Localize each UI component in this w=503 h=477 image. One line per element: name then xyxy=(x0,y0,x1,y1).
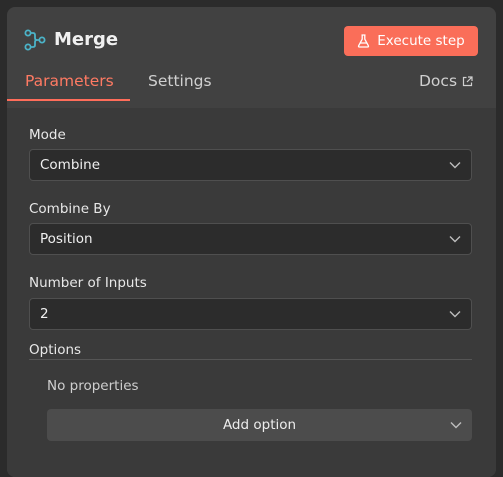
add-option-label: Add option xyxy=(222,417,297,433)
tab-parameters[interactable]: Parameters xyxy=(25,71,114,91)
mode-label: Mode xyxy=(29,127,66,143)
combine-by-value: Position xyxy=(40,231,93,247)
execute-step-label: Execute step xyxy=(377,33,465,49)
number-of-inputs-value: 2 xyxy=(40,306,49,322)
options-label: Options xyxy=(29,342,82,358)
chevron-down-icon xyxy=(450,422,462,429)
number-of-inputs-select[interactable]: 2 xyxy=(29,298,472,330)
merge-icon xyxy=(24,29,46,51)
mode-value: Combine xyxy=(40,157,101,173)
tab-settings[interactable]: Settings xyxy=(148,71,212,91)
tab-docs-label: Docs xyxy=(419,72,458,90)
chevron-down-icon xyxy=(449,236,461,243)
combine-by-label: Combine By xyxy=(29,201,111,217)
node-title: Merge xyxy=(54,29,119,50)
external-link-icon xyxy=(462,75,473,86)
add-option-button[interactable]: Add option xyxy=(47,409,472,441)
chevron-down-icon xyxy=(449,311,461,318)
options-divider xyxy=(29,359,472,360)
combine-by-select[interactable]: Position xyxy=(29,223,472,255)
flask-icon xyxy=(358,34,370,48)
no-properties-text: No properties xyxy=(47,378,139,394)
active-tab-indicator xyxy=(7,99,130,101)
parameters-content: Mode Combine Combine By Position Number … xyxy=(7,108,496,477)
chevron-down-icon xyxy=(449,162,461,169)
number-of-inputs-label: Number of Inputs xyxy=(29,275,147,291)
execute-step-button[interactable]: Execute step xyxy=(344,26,478,56)
mode-select[interactable]: Combine xyxy=(29,149,472,181)
tab-docs[interactable]: Docs xyxy=(419,71,473,91)
node-details-panel: Merge Execute step Parameters Settings D… xyxy=(7,7,496,477)
